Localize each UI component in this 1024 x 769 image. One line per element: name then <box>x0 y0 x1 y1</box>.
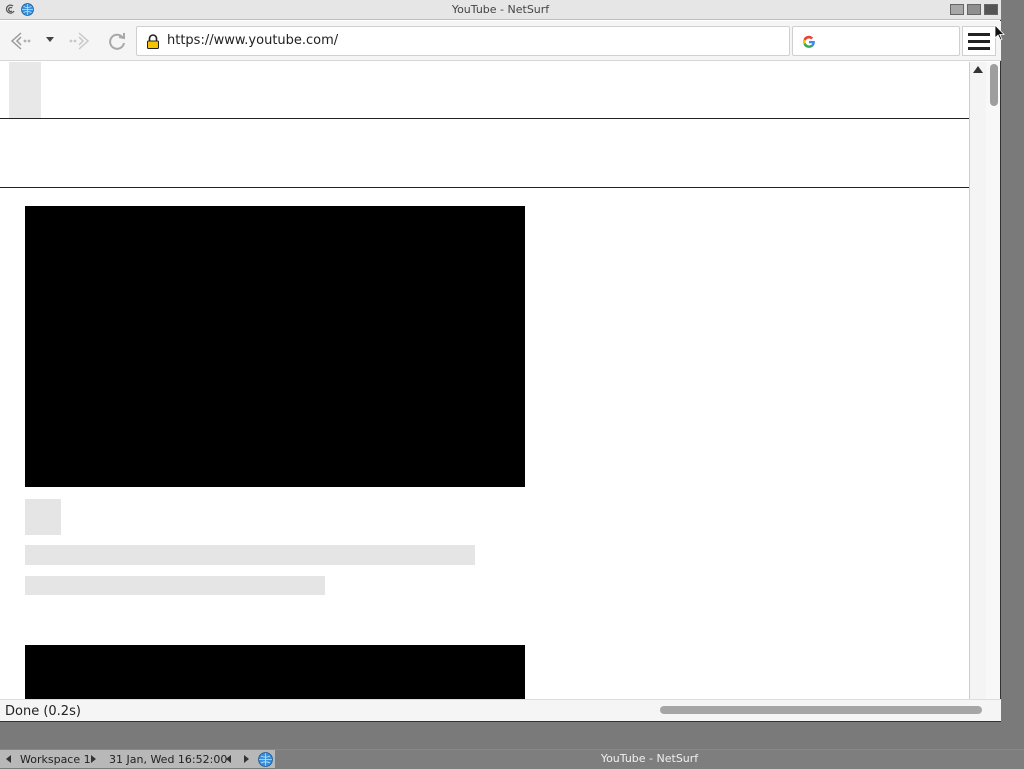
menu-button[interactable] <box>962 26 996 56</box>
video-thumbnail-placeholder[interactable] <box>25 645 525 699</box>
minimize-button[interactable] <box>950 4 964 15</box>
url-text: https://www.youtube.com/ <box>167 33 339 48</box>
divider <box>0 187 969 188</box>
reload-button[interactable] <box>104 28 130 54</box>
forward-arrow-icon <box>69 32 90 50</box>
video-thumbnail-placeholder[interactable] <box>25 206 525 487</box>
next-window-icon[interactable] <box>244 755 249 763</box>
status-bar: Done (0.2s) <box>0 699 1001 721</box>
vertical-scroll-thumb[interactable] <box>990 64 998 106</box>
workspace-label[interactable]: Workspace 1 <box>20 753 91 766</box>
netsurf-globe-icon <box>258 752 273 767</box>
status-text: Done (0.2s) <box>5 704 81 719</box>
vertical-scrollbar[interactable] <box>969 62 986 699</box>
taskbar-window-button[interactable]: YouTube - NetSurf <box>275 750 1024 769</box>
search-input[interactable] <box>821 31 955 53</box>
back-button[interactable] <box>8 28 34 54</box>
next-workspace-icon[interactable] <box>91 755 96 763</box>
forward-button[interactable] <box>66 28 92 54</box>
title-bar: YouTube - NetSurf <box>0 0 1001 20</box>
page-content <box>0 62 969 699</box>
prev-workspace-icon[interactable] <box>6 755 11 763</box>
browser-toolbar: https://www.youtube.com/ <box>0 21 1001 61</box>
avatar-placeholder <box>25 499 61 535</box>
window-title: YouTube - NetSurf <box>451 3 550 16</box>
maximize-button[interactable] <box>967 4 981 15</box>
search-engine-bar[interactable] <box>792 26 960 56</box>
guide-button-placeholder[interactable] <box>9 62 41 118</box>
taskbar: Workspace 1 31 Jan, Wed 16:52:00 YouTube… <box>0 749 1024 769</box>
clock: 31 Jan, Wed 16:52:00 <box>109 753 228 766</box>
google-g-icon <box>802 35 815 48</box>
mouse-cursor-icon <box>994 24 1005 41</box>
reload-icon <box>109 33 125 50</box>
url-bar[interactable]: https://www.youtube.com/ <box>136 26 790 56</box>
scroll-up-icon[interactable] <box>973 66 983 73</box>
prev-window-icon[interactable] <box>226 755 231 763</box>
horizontal-scroll-thumb[interactable] <box>660 706 982 714</box>
lock-icon <box>147 34 159 49</box>
back-arrow-icon <box>10 32 31 50</box>
scrollbar-track[interactable] <box>986 62 1000 699</box>
meta-skeleton <box>25 576 325 595</box>
hamburger-menu-icon <box>968 32 990 36</box>
history-dropdown-icon[interactable] <box>46 37 54 42</box>
divider <box>0 118 969 119</box>
browser-window: YouTube - NetSurf https://www.youtube.co… <box>0 0 1001 722</box>
close-button[interactable] <box>984 4 998 15</box>
title-skeleton <box>25 545 475 565</box>
